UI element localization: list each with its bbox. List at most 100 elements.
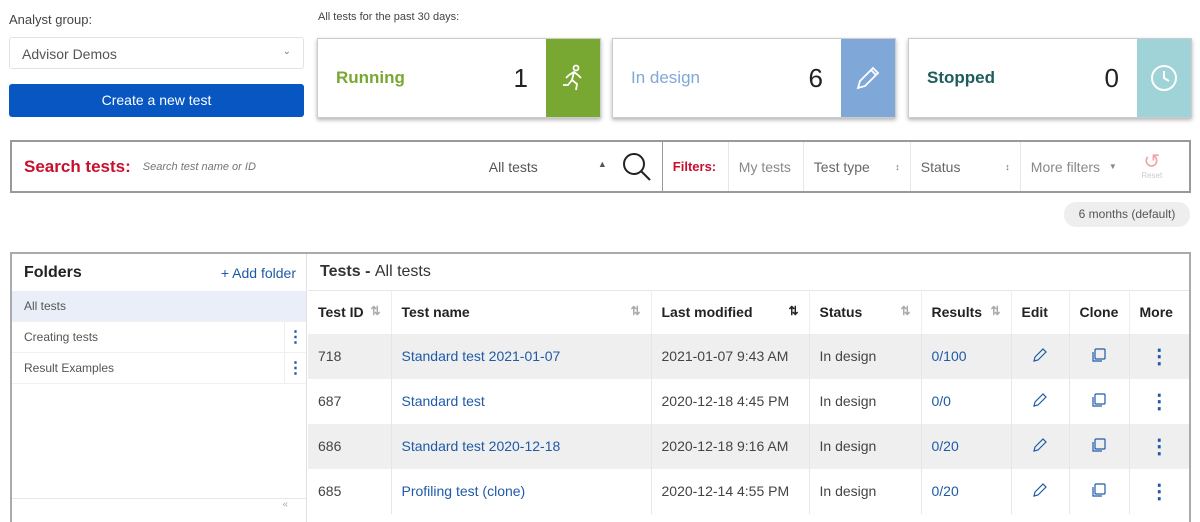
edit-pencil-icon[interactable]	[1011, 333, 1070, 379]
analyst-group-select[interactable]: Advisor Demos ⌄	[9, 37, 304, 69]
test-name-link[interactable]: Standard test	[402, 393, 485, 409]
search-input[interactable]	[142, 160, 483, 173]
stopped-card[interactable]: Stopped 0	[908, 38, 1192, 118]
table-row: 685 Profiling test (clone) 2020-12-14 4:…	[308, 468, 1189, 514]
more-filters-label: More filters	[1030, 158, 1101, 175]
collapse-icon[interactable]: «	[12, 498, 306, 510]
folder-item-creating-tests[interactable]: Creating tests ⋮	[12, 322, 306, 353]
more-vertical-icon[interactable]: ⋮	[284, 353, 306, 383]
in-design-card[interactable]: In design 6	[612, 38, 896, 118]
sort-arrows-icon: ↕	[895, 161, 900, 172]
search-label: Search tests:	[24, 156, 131, 176]
status-label: Status	[920, 158, 961, 175]
table-row: 718 Standard test 2021-01-07 2021-01-07 …	[308, 333, 1189, 379]
last-modified: 2020-12-18 4:45 PM	[651, 378, 810, 424]
results-link[interactable]: 0/0	[932, 393, 951, 409]
results-link[interactable]: 0/100	[932, 348, 967, 364]
folder-item-result-examples[interactable]: Result Examples ⋮	[12, 353, 306, 384]
tests-panel: Folders + Add folder All tests Creating t…	[10, 252, 1191, 522]
reset-label: Reset	[1141, 171, 1163, 180]
table-row: 687 Standard test 2020-12-18 4:45 PM In …	[308, 378, 1189, 424]
more-vertical-icon[interactable]: ⋮	[1129, 333, 1189, 379]
test-type-filter[interactable]: Test type ↕	[802, 142, 910, 191]
test-id: 686	[308, 423, 392, 469]
status-filter[interactable]: Status ↕	[909, 142, 1020, 191]
more-vertical-icon[interactable]: ⋮	[1129, 469, 1189, 514]
clone-icon[interactable]	[1069, 333, 1130, 379]
summary-label: All tests for the past 30 days:	[318, 11, 460, 23]
column-header-more: More	[1129, 290, 1189, 334]
column-header-clone: Clone	[1069, 290, 1130, 334]
status: In design	[809, 468, 922, 514]
search-scope-value: All tests	[488, 158, 538, 175]
card-name: Running	[336, 68, 405, 87]
test-name-link[interactable]: Profiling test (clone)	[402, 483, 526, 499]
analyst-group-value: Advisor Demos	[22, 46, 117, 62]
edit-pencil-icon[interactable]	[1011, 378, 1070, 424]
tests-table: Test ID ⇅ Test name ⇅ Last modified ⇅ Stat…	[308, 290, 1189, 514]
edit-pencil-icon[interactable]	[1011, 423, 1070, 469]
search-icon[interactable]	[613, 142, 663, 191]
sort-desc-icon: ⇅	[788, 304, 799, 319]
column-header-edit: Edit	[1011, 290, 1070, 334]
folder-label: All tests	[24, 299, 67, 313]
folder-label: Creating tests	[24, 330, 99, 344]
sort-icon: ⇅	[900, 304, 911, 319]
clone-icon[interactable]	[1069, 378, 1130, 424]
header-label: Test ID	[318, 304, 364, 321]
date-range-pill[interactable]: 6 months (default)	[1064, 202, 1190, 227]
table-row: 686 Standard test 2020-12-18 2020-12-18 …	[308, 423, 1189, 469]
status: In design	[809, 378, 922, 424]
sort-arrows-icon: ▲︎	[597, 158, 607, 169]
test-type-label: Test type	[813, 158, 870, 175]
header-label: Test name	[401, 304, 470, 321]
add-folder-button[interactable]: + Add folder	[221, 265, 296, 281]
reset-button[interactable]: ↺ Reset	[1127, 142, 1177, 191]
folders-sidebar: Folders + Add folder All tests Creating t…	[12, 254, 307, 522]
status: In design	[809, 423, 922, 469]
column-header-status[interactable]: Status ⇅	[809, 290, 922, 334]
pencil-icon	[841, 39, 895, 117]
running-card[interactable]: Running 1	[317, 38, 601, 118]
column-header-test-id[interactable]: Test ID ⇅	[308, 290, 392, 334]
more-vertical-icon[interactable]: ⋮	[1129, 379, 1189, 424]
caret-down-icon: ▼	[1108, 162, 1117, 171]
clone-icon[interactable]	[1069, 423, 1130, 469]
header-label: Results	[931, 304, 983, 321]
chevron-down-icon: ⌄	[282, 46, 291, 57]
clock-icon	[1137, 39, 1191, 117]
more-vertical-icon[interactable]: ⋮	[284, 322, 306, 352]
test-id: 718	[308, 333, 392, 379]
folders-title: Folders	[24, 263, 82, 281]
more-vertical-icon[interactable]: ⋮	[1129, 423, 1189, 469]
sort-icon: ⇅	[630, 304, 641, 319]
more-filters-dropdown[interactable]: More filters ▼	[1019, 142, 1127, 191]
tests-subtitle: All tests	[374, 263, 431, 280]
search-scope-select[interactable]: All tests ▲︎	[483, 159, 613, 175]
last-modified: 2021-01-07 9:43 AM	[651, 333, 810, 379]
my-tests-filter[interactable]: My tests	[727, 142, 803, 191]
test-name-link[interactable]: Standard test 2020-12-18	[402, 438, 561, 454]
edit-pencil-icon[interactable]	[1011, 468, 1070, 514]
results-link[interactable]: 0/20	[932, 483, 959, 499]
search-bar: Search tests: All tests ▲︎ Filters: My te…	[10, 140, 1191, 193]
header-label: Status	[819, 304, 863, 321]
test-name-link[interactable]: Standard test 2021-01-07	[402, 348, 561, 364]
column-header-results[interactable]: Results ⇅	[921, 290, 1012, 334]
sort-arrows-icon: ↕	[1005, 161, 1010, 172]
card-count: 6	[808, 62, 823, 93]
column-header-last-modified[interactable]: Last modified ⇅	[651, 290, 810, 334]
test-id: 687	[308, 378, 392, 424]
clone-icon[interactable]	[1069, 468, 1130, 514]
sort-icon: ⇅	[990, 304, 1001, 319]
folder-item-all-tests[interactable]: All tests	[12, 291, 306, 322]
folder-label: Result Examples	[24, 361, 115, 375]
status: In design	[809, 333, 922, 379]
last-modified: 2020-12-14 4:55 PM	[651, 468, 810, 514]
create-test-button[interactable]: Create a new test	[9, 84, 304, 117]
column-header-test-name[interactable]: Test name ⇅	[391, 290, 652, 334]
card-count: 1	[513, 62, 528, 93]
card-count: 0	[1104, 62, 1119, 93]
card-name: In design	[631, 68, 700, 87]
results-link[interactable]: 0/20	[932, 438, 959, 454]
